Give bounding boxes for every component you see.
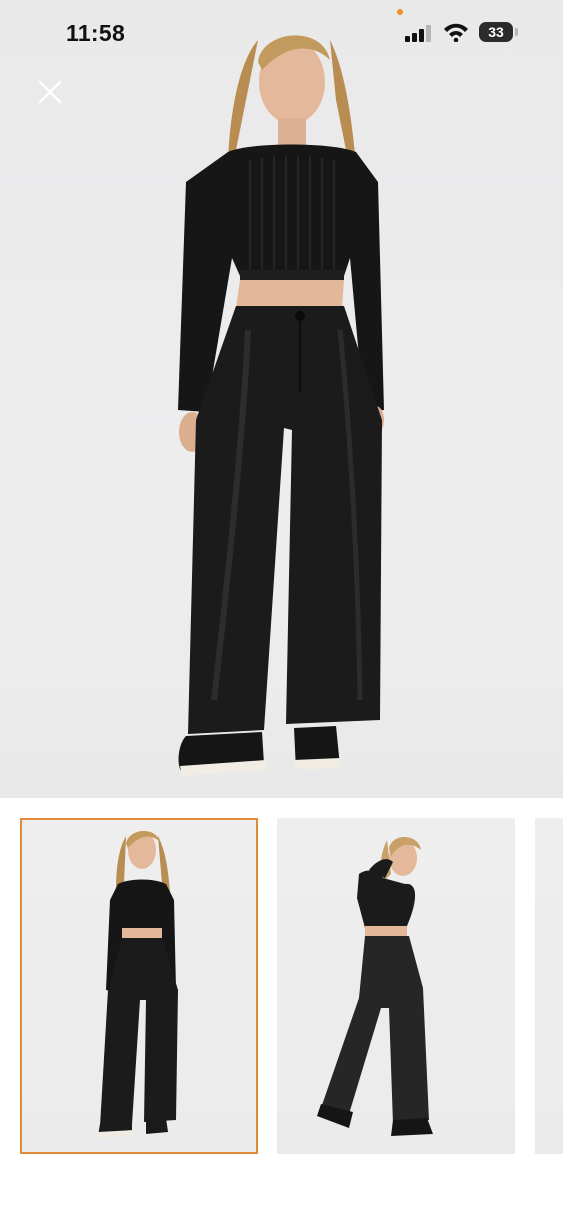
- battery-level: 33: [488, 24, 504, 40]
- signal-icon: [405, 25, 431, 42]
- thumbnail-2[interactable]: [277, 818, 515, 1154]
- thumbnail-front-view-image: [98, 830, 178, 1138]
- status-time: 11:58: [66, 20, 126, 46]
- wifi-icon: [444, 23, 468, 42]
- product-image-viewer: 11:58 33: [0, 0, 563, 1219]
- battery-icon: 33: [479, 22, 513, 42]
- model-figure: [178, 35, 384, 776]
- thumbnail-1[interactable]: [20, 818, 258, 1154]
- battery-cap: [515, 28, 518, 36]
- thumbnail-walking-view-image: [317, 836, 433, 1136]
- status-bar: 11:58 33: [0, 0, 563, 66]
- main-product-image[interactable]: 11:58 33: [0, 0, 563, 798]
- close-icon: [38, 80, 62, 104]
- thumbnail-3[interactable]: [535, 818, 563, 1154]
- thumbnail-strip[interactable]: [0, 798, 563, 1219]
- recording-indicator: [397, 9, 403, 15]
- close-button[interactable]: [30, 74, 68, 112]
